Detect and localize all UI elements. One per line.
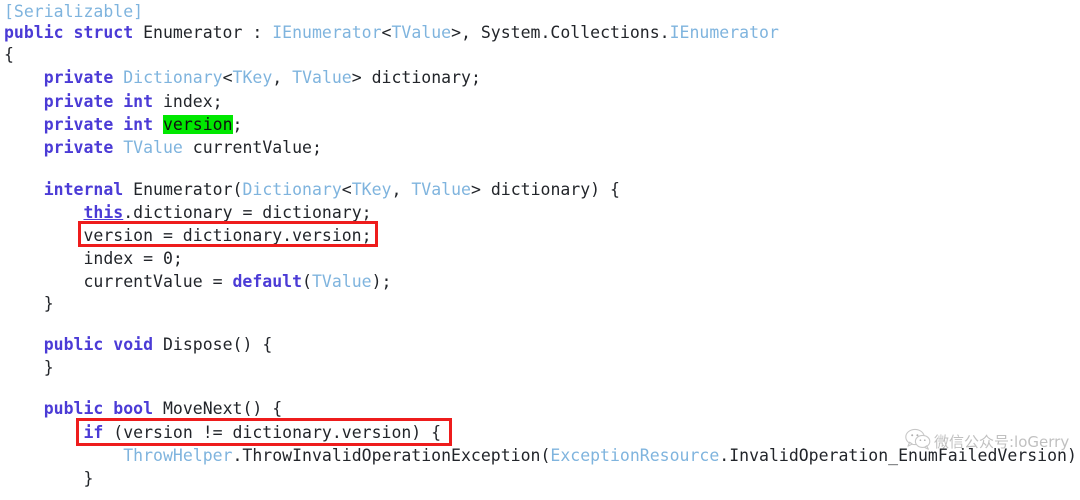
code-token: < [381,23,392,42]
code-line: currentValue = default(TValue); [4,270,391,294]
code-token: TKey [232,68,273,87]
code-token: public [43,399,104,418]
code-token: } [4,358,54,377]
code-token: .InvalidOperation_EnumFailedVersion); [719,446,1080,465]
code-token: >, System.Collections. [451,23,670,42]
code-token: TValue [292,68,352,87]
code-token: currentValue; [182,138,322,157]
code-line: private TValue currentValue; [4,136,322,160]
code-token: internal [43,180,124,199]
code-token: ; [172,249,183,268]
code-token: private [43,68,114,87]
code-token: Enumerator( [123,180,243,199]
code-token: private [43,115,114,134]
code-token: Dispose() { [153,335,273,354]
code-line: } [4,356,54,380]
code-token: .ThrowInvalidOperationException( [232,446,551,465]
code-token: TValue [411,180,471,199]
code-line: if (version != dictionary.version) { [4,421,441,445]
code-token: , [272,68,293,87]
code-token: ( [302,272,312,291]
code-token: TKey [351,180,392,199]
code-token: ; [232,115,243,134]
code-token: Dictionary [242,180,342,199]
code-token: int [123,115,154,134]
code-token: ThrowHelper [123,446,233,465]
code-token: ExceptionResource [550,446,720,465]
code-token: void [113,335,154,354]
code-token: > dictionary) { [470,180,620,199]
code-token: int [123,92,154,111]
code-line: index = 0; [4,247,183,271]
code-token: < [222,68,233,87]
code-token: index; [153,92,223,111]
code-token: public [43,335,104,354]
code-line: public void Dispose() { [4,333,273,357]
code-token: TValue [311,272,372,291]
code-token: [Serializable] [4,2,144,21]
code-token: 0 [162,249,173,268]
code-token: if [83,423,104,442]
code-token: } [4,294,54,313]
code-line: internal Enumerator(Dictionary<TKey, TVa… [4,178,620,202]
code-line: } [4,292,54,316]
code-token: } [4,469,94,488]
code-line: private Dictionary<TKey, TValue> diction… [4,66,481,90]
code-token: .dictionary = dictionary; [123,203,372,222]
code-line: version = dictionary.version; [4,224,372,248]
code-line: ThrowHelper.ThrowInvalidOperationExcepti… [4,444,1080,468]
code-token: private [43,138,114,157]
code-editor-surface: [Serializable] public struct Enumerator :… [0,0,1080,500]
code-line: { [4,43,14,67]
code-token: bool [113,399,154,418]
code-token: currentValue = [4,272,233,291]
code-token: < [341,180,352,199]
code-token: Enumerator : [133,23,273,42]
code-line: public struct Enumerator : IEnumerator<T… [4,21,779,45]
code-token: (version != dictionary.version) { [103,423,442,442]
code-token: struct [73,23,134,42]
code-token: { [4,45,14,64]
code-token: MoveNext() { [153,399,283,418]
code-line: public bool MoveNext() { [4,397,282,421]
code-token: > dictionary; [351,68,481,87]
code-token: public [4,23,64,42]
code-token: version = dictionary.version; [4,226,372,245]
code-token: index = [4,249,163,268]
code-token: TValue [123,138,183,157]
code-line: private int index; [4,90,223,114]
code-token: this [83,203,124,222]
highlighted-token: version [162,115,233,134]
code-token: private [43,92,114,111]
code-token: ); [371,272,392,291]
code-token: IEnumerator [669,23,779,42]
code-token: IEnumerator [272,23,382,42]
code-token: TValue [391,23,452,42]
code-line: } [4,467,93,491]
code-token: , [391,180,412,199]
code-token: Dictionary [123,68,223,87]
code-line: this.dictionary = dictionary; [4,201,372,225]
code-line: private int version; [4,113,242,137]
code-token: default [232,272,303,291]
